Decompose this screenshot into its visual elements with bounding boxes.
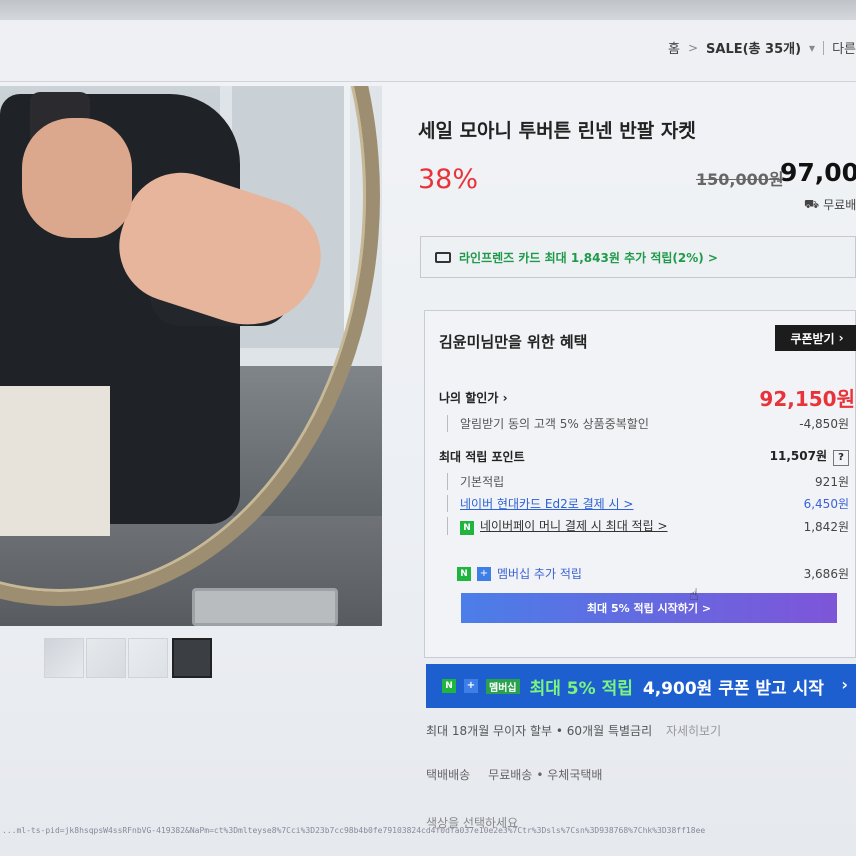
thumbnail[interactable] [128, 638, 168, 678]
naver-card-link[interactable]: 네이버 현대카드 Ed2로 결제 시 > [460, 497, 633, 511]
card-promo-text: 라인프렌즈 카드 최대 1,843원 추가 적립(2%) > [459, 250, 718, 265]
shipping-info: 택배배송 무료배송 • 우체국택배 [426, 768, 603, 782]
thumbnail-strip [44, 638, 212, 678]
thumbnail[interactable] [44, 638, 84, 678]
card-promo-banner[interactable]: 라인프렌즈 카드 최대 1,843원 추가 적립(2%) > [420, 236, 856, 278]
naverpay-icon: N [460, 521, 474, 535]
status-url: ...ml-ts-pid=jk8hsqpsW4ssRFnbVG-419382&N… [2, 826, 706, 835]
product-title: 세일 모아니 투버튼 린넨 반팔 자켓 [418, 120, 696, 142]
coupon-button[interactable]: 쿠폰받기 › [775, 325, 856, 351]
plus-icon: + [464, 678, 478, 693]
truck-icon: ⛟ [804, 196, 820, 211]
my-price-value: 92,150원 [759, 387, 855, 411]
max-points-row: 최대 적립 포인트 11,507원? [439, 447, 855, 466]
membership-coupon-banner[interactable]: N + 멤버십 최대 5% 적립 4,900원 쿠폰 받고 시작 › [426, 664, 856, 708]
benefit-title: 김윤미님만을 위한 혜택 [439, 333, 588, 351]
basic-points-row: 기본적립 921원 [439, 473, 855, 490]
caret-down-icon[interactable]: ▾ [809, 41, 815, 55]
naverpay-row[interactable]: N 네이버페이 머니 결제 시 최대 적립 > 1,842원 [439, 517, 855, 535]
naver-card-row[interactable]: 네이버 현대카드 Ed2로 결제 시 > 6,450원 [439, 495, 855, 512]
question-icon[interactable]: ? [833, 450, 849, 466]
alarm-discount-row: 알림받기 동의 고객 5% 상품중복할인 -4,850원 [439, 415, 855, 432]
naver-n-icon: N [457, 566, 471, 581]
installment-info: 최대 18개월 무이자 할부 • 60개월 특별금리 자세히보기 [426, 724, 722, 738]
plus-icon: + [477, 566, 491, 581]
credit-card-icon [435, 251, 451, 263]
divider [823, 40, 825, 55]
monitor-bezel [0, 0, 856, 22]
discount-rate: 38% [418, 164, 479, 195]
naver-n-icon: N [442, 678, 456, 693]
chevron-right-icon: › [502, 391, 508, 405]
breadcrumb: 홈 > SALE(총 35개) ▾ 다른 [668, 38, 856, 57]
thumbnail[interactable] [86, 638, 126, 678]
installment-more-link[interactable]: 자세히보기 [666, 724, 721, 738]
sale-price: 97,000 [780, 158, 856, 187]
site-header: 홈 > SALE(총 35개) ▾ 다른 [0, 20, 856, 82]
product-info-panel: 세일 모아니 투버튼 린넨 반팔 자켓 38% 150,000원 97,000 … [418, 86, 856, 856]
original-price: 150,000원 [696, 170, 784, 189]
chevron-right-icon: › [838, 331, 844, 345]
breadcrumb-other[interactable]: 다른 [832, 38, 856, 57]
shipping-note: ⛟ 무료배 [804, 196, 856, 213]
breadcrumb-sale[interactable]: SALE(총 35개) [706, 38, 801, 57]
browser-viewport: 홈 > SALE(총 35개) ▾ 다른 세일 모아니 투버튼 린넨 반팔 자켓… [0, 20, 856, 856]
benefit-box: 김윤미님만을 위한 혜택 쿠폰받기 › 나의 할인가 › 92,150원 알림받… [424, 310, 856, 658]
my-price-row[interactable]: 나의 할인가 › 92,150원 [439, 383, 855, 412]
membership-row[interactable]: N + 멤버십 추가 적립 3,686원 [439, 565, 855, 582]
product-main-image[interactable] [0, 86, 382, 626]
points-start-button[interactable]: 최대 5% 적립 시작하기 > [461, 593, 837, 623]
thumbnail-active[interactable] [172, 638, 212, 678]
hand-cursor-icon: ☝ [689, 585, 699, 604]
breadcrumb-home[interactable]: 홈 [668, 38, 680, 57]
chevron-right-icon: › [841, 675, 848, 694]
chevron-right-icon: > [687, 40, 699, 55]
